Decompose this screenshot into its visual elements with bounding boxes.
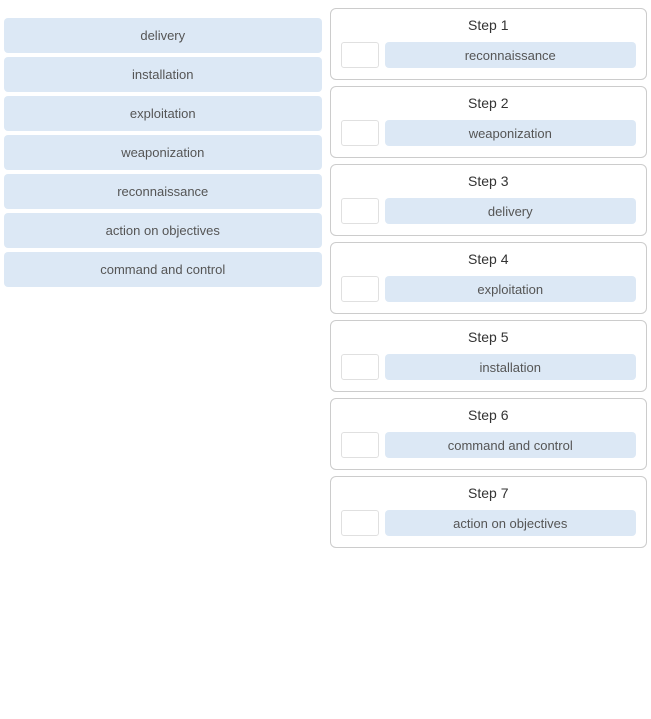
drop-placeholder-6: [341, 432, 379, 458]
step-title-6: Step 6: [341, 407, 637, 423]
left-panel: delivery installation exploitation weaponiz…: [4, 8, 322, 548]
step-box-3: Step 3 delivery: [330, 164, 648, 236]
drop-area-6[interactable]: command and control: [341, 431, 637, 459]
step-title-5: Step 5: [341, 329, 637, 345]
drop-placeholder-1: [341, 42, 379, 68]
step-title-2: Step 2: [341, 95, 637, 111]
step-box-4: Step 4 exploitation: [330, 242, 648, 314]
step-title-7: Step 7: [341, 485, 637, 501]
drop-content-2[interactable]: weaponization: [385, 120, 637, 146]
drop-placeholder-4: [341, 276, 379, 302]
drop-placeholder-5: [341, 354, 379, 380]
drop-content-6[interactable]: command and control: [385, 432, 637, 458]
left-item-reconnaissance[interactable]: reconnaissance: [4, 174, 322, 209]
left-item-weaponization[interactable]: weaponization: [4, 135, 322, 170]
drop-area-1[interactable]: reconnaissance: [341, 41, 637, 69]
main-container: delivery installation exploitation weaponiz…: [0, 0, 651, 556]
drop-placeholder-3: [341, 198, 379, 224]
left-item-exploitation[interactable]: exploitation: [4, 96, 322, 131]
step-box-7: Step 7 action on objectives: [330, 476, 648, 548]
drop-placeholder-7: [341, 510, 379, 536]
left-item-installation[interactable]: installation: [4, 57, 322, 92]
drop-area-5[interactable]: installation: [341, 353, 637, 381]
drop-content-7[interactable]: action on objectives: [385, 510, 637, 536]
drop-area-4[interactable]: exploitation: [341, 275, 637, 303]
left-item-action-on-objectives[interactable]: action on objectives: [4, 213, 322, 248]
step-title-4: Step 4: [341, 251, 637, 267]
drop-area-7[interactable]: action on objectives: [341, 509, 637, 537]
drop-content-1[interactable]: reconnaissance: [385, 42, 637, 68]
step-box-2: Step 2 weaponization: [330, 86, 648, 158]
step-box-6: Step 6 command and control: [330, 398, 648, 470]
step-box-5: Step 5 installation: [330, 320, 648, 392]
drop-content-4[interactable]: exploitation: [385, 276, 637, 302]
drop-content-5[interactable]: installation: [385, 354, 637, 380]
step-box-1: Step 1 reconnaissance: [330, 8, 648, 80]
drop-area-3[interactable]: delivery: [341, 197, 637, 225]
step-title-1: Step 1: [341, 17, 637, 33]
left-item-command-and-control[interactable]: command and control: [4, 252, 322, 287]
step-title-3: Step 3: [341, 173, 637, 189]
left-item-delivery[interactable]: delivery: [4, 18, 322, 53]
drop-placeholder-2: [341, 120, 379, 146]
right-panel: Step 1reconnaissanceStep 2weaponizationS…: [330, 8, 648, 548]
drop-content-3[interactable]: delivery: [385, 198, 637, 224]
drop-area-2[interactable]: weaponization: [341, 119, 637, 147]
